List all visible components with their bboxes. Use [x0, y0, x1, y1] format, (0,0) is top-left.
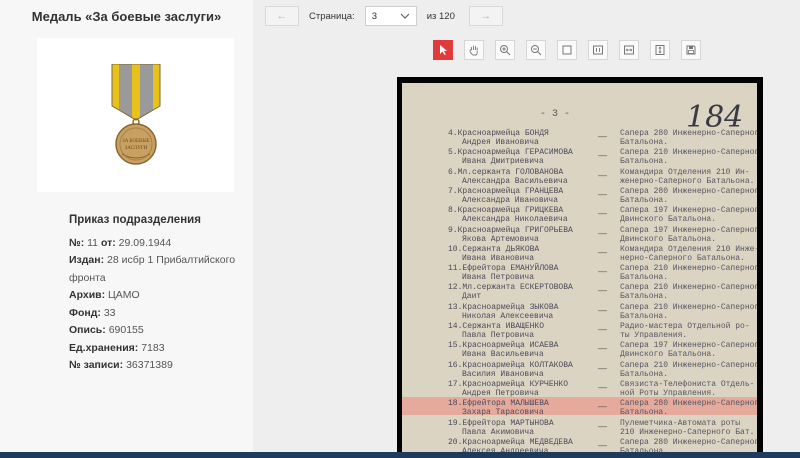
zoom-in-icon: [500, 45, 511, 56]
prev-page-button[interactable]: ←: [265, 6, 299, 26]
fit-height-icon: [655, 45, 665, 55]
page-total: из 120: [426, 10, 455, 22]
fit-page-tool-button[interactable]: [557, 40, 577, 60]
document-scan[interactable]: - 3 - 184 4.Красноармейца БОНДЯ Андрея Ив…: [402, 83, 757, 452]
medal-image-box: ЗА БОЕВЫЕ ЗАСЛУГИ: [37, 38, 234, 192]
pan-tool-button[interactable]: [464, 40, 484, 60]
fit-height-tool-button[interactable]: [650, 40, 670, 60]
order-number-line: №: 11 от: 29.09.1944: [69, 236, 172, 249]
award-title: Медаль «За боевые заслуги»: [31, 9, 222, 24]
page-select-value: 3: [371, 10, 377, 22]
issued-by-line: Издан: 28 исбр 1 Прибалтийского фронта: [69, 254, 236, 284]
pager: ← Страница: 3 из 120 →: [265, 6, 503, 26]
fit-width-icon: [624, 45, 634, 55]
square-icon: [562, 45, 572, 55]
chevron-down-icon: [400, 13, 410, 19]
order-heading: Приказ подразделения: [69, 214, 201, 226]
medal-icon: ЗА БОЕВЫЕ ЗАСЛУГИ: [111, 64, 161, 165]
svg-text:ЗАСЛУГИ: ЗАСЛУГИ: [125, 146, 148, 151]
fond-line: Фонд: 33: [69, 306, 116, 319]
actual-size-tool-button[interactable]: [588, 40, 608, 60]
scan-page-number: - 3 -: [540, 109, 571, 120]
page-label: Страница:: [309, 10, 355, 22]
next-page-button[interactable]: →: [468, 6, 503, 26]
order-info: Приказ подразделения №: 11 от: 29.09.194…: [69, 212, 249, 375]
cursor-icon: [440, 45, 447, 55]
hand-icon: [469, 45, 478, 56]
document-frame: - 3 - 184 4.Красноармейца БОНДЯ Андрея Ив…: [397, 77, 763, 452]
select-tool-button[interactable]: [433, 40, 453, 60]
zoom-out-icon: [531, 45, 542, 56]
storage-unit-line: Ед.хранения: 7183: [69, 341, 165, 354]
left-panel: Медаль «За боевые заслуги» ЗА БОЕВЫЕ ЗАС…: [0, 0, 253, 458]
save-icon: [686, 45, 696, 55]
record-number-line: № записи: 36371389: [69, 359, 173, 371]
scan-entry: 20.Красноармейца МЕДВЕДЕВА Алексея Андрее…: [448, 437, 757, 452]
viewer-toolbar: [433, 40, 712, 60]
zoom-in-tool-button[interactable]: [495, 40, 515, 60]
save-tool-button[interactable]: [681, 40, 701, 60]
zoom-out-tool-button[interactable]: [526, 40, 546, 60]
inventory-line: Опись: 690155: [69, 324, 144, 336]
page-select[interactable]: 3: [364, 6, 417, 26]
one-to-one-icon: [593, 45, 603, 55]
svg-text:ЗА БОЕВЫЕ: ЗА БОЕВЫЕ: [122, 139, 150, 144]
document-viewer: ← Страница: 3 из 120 → - 3 - 184 4.Красн…: [253, 0, 800, 452]
bottom-bar: [0, 452, 800, 458]
fit-width-tool-button[interactable]: [619, 40, 639, 60]
archive-line: Архив: ЦАМО: [69, 289, 140, 301]
